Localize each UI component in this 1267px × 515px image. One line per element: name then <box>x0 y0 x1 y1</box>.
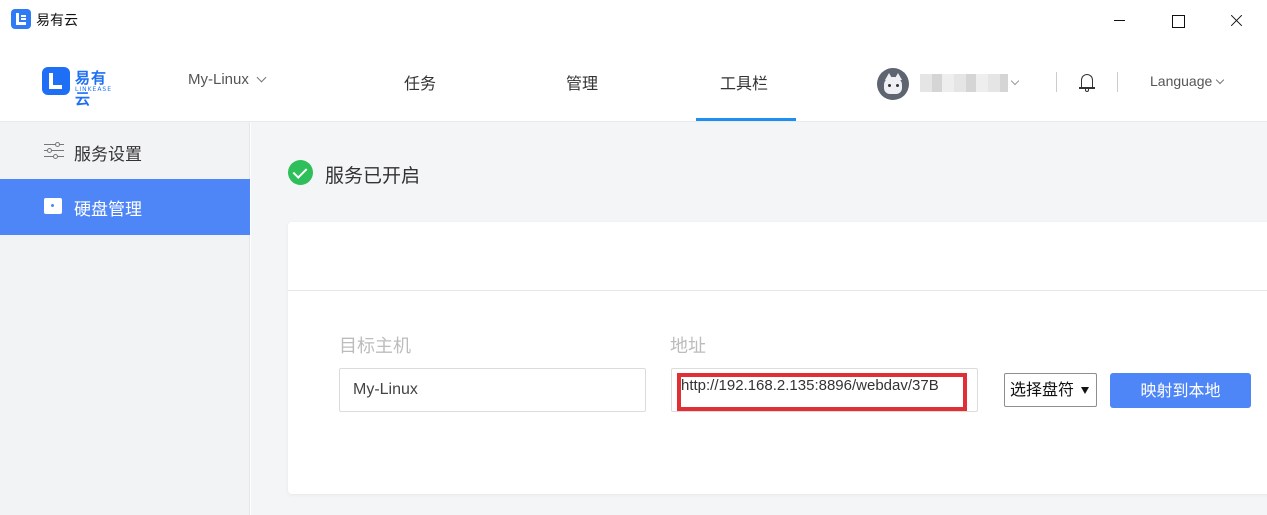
divider <box>1056 72 1057 92</box>
divider <box>288 290 1267 291</box>
chevron-down-icon <box>1216 75 1225 85</box>
tab-manage[interactable]: 管理 <box>566 70 598 94</box>
sidebar: 服务设置 硬盘管理 <box>0 122 250 515</box>
language-selector[interactable]: Language <box>1150 73 1225 89</box>
divider <box>1117 72 1118 92</box>
linkease-logo[interactable]: 易有云 LINKEASE <box>42 67 122 108</box>
drive-select-label: 选择盘符 <box>1010 380 1075 399</box>
chevron-down-icon <box>256 72 267 83</box>
avatar[interactable] <box>877 68 909 100</box>
address-field[interactable]: http://192.168.2.135:8896/webdav/37B <box>671 368 978 412</box>
mapping-card: 目标主机 地址 My-Linux http://192.168.2.135:88… <box>288 222 1267 494</box>
map-to-local-button[interactable]: 映射到本地 <box>1110 373 1251 408</box>
target-host-field[interactable]: My-Linux <box>339 368 646 412</box>
host-label: 目标主机 <box>339 336 411 357</box>
service-status: 服务已开启 <box>325 165 421 187</box>
app-icon <box>11 9 31 29</box>
disk-icon <box>44 198 62 214</box>
sliders-icon <box>44 142 64 160</box>
drive-letter-select[interactable]: 选择盘符 <box>1004 373 1097 407</box>
window-title: 易有云 <box>36 13 78 29</box>
tab-tasks[interactable]: 任务 <box>404 70 436 94</box>
active-tab-indicator <box>696 118 796 121</box>
check-circle-icon <box>288 160 313 185</box>
highlight-box <box>677 373 967 411</box>
logo-mark-icon <box>42 67 70 95</box>
logo-subtext: LINKEASE <box>75 86 113 93</box>
dropdown-arrow-icon <box>1081 387 1089 394</box>
sidebar-item-label: 服务设置 <box>74 145 142 165</box>
window-titlebar: 易有云 <box>0 0 1267 42</box>
sidebar-item-disk-management[interactable]: 硬盘管理 <box>0 179 250 235</box>
tab-toolbar[interactable]: 工具栏 <box>720 70 768 94</box>
main-content: 服务已开启 目标主机 地址 My-Linux http://192.168.2.… <box>251 122 1267 515</box>
chevron-down-icon[interactable] <box>1010 76 1020 86</box>
device-name: My-Linux <box>188 71 249 88</box>
maximize-icon[interactable] <box>1154 0 1200 42</box>
sidebar-item-service-settings[interactable]: 服务设置 <box>0 124 250 180</box>
language-label: Language <box>1150 73 1213 89</box>
address-label: 地址 <box>670 336 706 357</box>
sidebar-item-label: 硬盘管理 <box>74 200 142 220</box>
close-icon[interactable] <box>1212 0 1258 42</box>
app-header: 易有云 LINKEASE My-Linux 任务 管理 工具栏 Language <box>0 42 1267 122</box>
bell-icon[interactable] <box>1078 73 1096 92</box>
minimize-icon[interactable] <box>1096 0 1142 42</box>
device-selector[interactable]: My-Linux <box>188 71 267 88</box>
user-name-blurred[interactable] <box>920 74 1008 92</box>
